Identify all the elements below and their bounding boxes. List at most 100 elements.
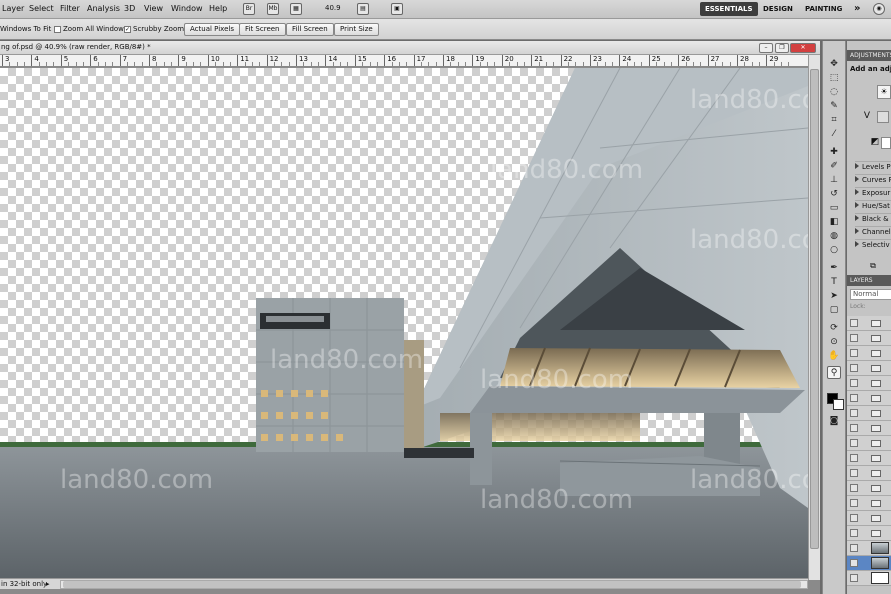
menu-analysis[interactable]: Analysis bbox=[87, 4, 120, 13]
layer-row[interactable] bbox=[847, 526, 891, 541]
scrubby-zoom-checkbox[interactable]: ✓ Scrubby Zoom bbox=[124, 24, 184, 35]
workspace-essentials[interactable]: ESSENTIALS bbox=[700, 2, 758, 16]
visibility-icon[interactable] bbox=[850, 334, 858, 342]
type-tool-icon[interactable]: T bbox=[827, 276, 841, 289]
menu-filter[interactable]: Filter bbox=[60, 4, 80, 13]
eraser-tool-icon[interactable]: ▭ bbox=[827, 202, 841, 215]
layers-tab[interactable]: LAYERS bbox=[847, 275, 891, 286]
lasso-tool-icon[interactable]: ◌ bbox=[827, 86, 841, 99]
adjustments-tab[interactable]: ADJUSTMENTS bbox=[847, 50, 891, 61]
status-menu-arrow-icon[interactable]: ▸ bbox=[46, 579, 50, 589]
visibility-icon[interactable] bbox=[850, 394, 858, 402]
menu-window[interactable]: Window bbox=[171, 4, 203, 13]
resize-windows-checkbox[interactable]: Windows To Fit bbox=[0, 24, 51, 35]
layer-row[interactable] bbox=[847, 466, 891, 481]
fit-screen-button[interactable]: Fit Screen bbox=[239, 23, 286, 36]
vibrance-adjustment-icon[interactable]: V bbox=[861, 111, 873, 123]
layer-row[interactable] bbox=[847, 451, 891, 466]
menu-3d[interactable]: 3D bbox=[124, 4, 135, 13]
adjustment-selective-color[interactable]: Selectiv bbox=[855, 239, 891, 251]
vertical-scroll-thumb[interactable] bbox=[810, 69, 819, 549]
visibility-icon[interactable] bbox=[850, 499, 858, 507]
adjustment-curves[interactable]: Curves P bbox=[855, 174, 891, 186]
layer-row[interactable] bbox=[847, 571, 891, 586]
workspace-more-icon[interactable]: » bbox=[849, 2, 865, 16]
visibility-icon[interactable] bbox=[850, 574, 858, 582]
visibility-icon[interactable] bbox=[850, 439, 858, 447]
layer-row[interactable] bbox=[847, 376, 891, 391]
visibility-icon[interactable] bbox=[850, 529, 858, 537]
layer-row[interactable] bbox=[847, 511, 891, 526]
3d-orbit-tool-icon[interactable]: ⊙ bbox=[827, 336, 841, 349]
layer-row[interactable] bbox=[847, 541, 891, 556]
marquee-tool-icon[interactable]: ⬚ bbox=[827, 72, 841, 85]
layer-row[interactable] bbox=[847, 556, 891, 571]
menu-select[interactable]: Select bbox=[29, 4, 54, 13]
close-icon[interactable]: ✕ bbox=[790, 43, 816, 53]
visibility-icon[interactable] bbox=[850, 469, 858, 477]
adjustment-hue-saturation[interactable]: Hue/Sat bbox=[855, 200, 891, 212]
brightness-adjustment-icon[interactable]: ☀ bbox=[877, 85, 891, 99]
quick-select-tool-icon[interactable]: ✎ bbox=[827, 100, 841, 113]
layer-row[interactable] bbox=[847, 421, 891, 436]
pen-tool-icon[interactable]: ✒ bbox=[827, 262, 841, 275]
vertical-scrollbar[interactable] bbox=[808, 55, 820, 580]
zoom-tool-icon[interactable]: ⚲ bbox=[827, 366, 841, 379]
horizontal-scroll-thumb[interactable] bbox=[63, 581, 801, 588]
zoom-level[interactable]: 40.9 bbox=[325, 4, 341, 12]
dodge-tool-icon[interactable]: ○ bbox=[827, 244, 841, 257]
visibility-icon[interactable] bbox=[850, 364, 858, 372]
3d-rotate-tool-icon[interactable]: ⟳ bbox=[827, 322, 841, 335]
visibility-icon[interactable] bbox=[850, 484, 858, 492]
layer-row[interactable] bbox=[847, 331, 891, 346]
screen-mode-icon[interactable]: ▣ bbox=[391, 3, 403, 15]
adjustment-black-white[interactable]: Black & bbox=[855, 213, 891, 225]
workspace-design[interactable]: DESIGN bbox=[758, 2, 798, 16]
print-size-button[interactable]: Print Size bbox=[334, 23, 379, 36]
history-brush-icon[interactable]: ↺ bbox=[827, 188, 841, 201]
layer-row[interactable] bbox=[847, 391, 891, 406]
fill-screen-button[interactable]: Fill Screen bbox=[286, 23, 334, 36]
background-color-swatch[interactable] bbox=[833, 399, 844, 410]
blend-mode-select[interactable]: Normal bbox=[850, 289, 891, 300]
adjustment-exposure[interactable]: Exposur bbox=[855, 187, 891, 199]
menu-layer[interactable]: Layer bbox=[2, 4, 24, 13]
layer-row[interactable] bbox=[847, 481, 891, 496]
panel-options-icon[interactable]: ⧉ bbox=[867, 261, 879, 271]
channel-mixer-adjustment-icon[interactable]: ◩ bbox=[869, 137, 881, 149]
minimize-icon[interactable]: – bbox=[759, 43, 773, 53]
layer-row[interactable] bbox=[847, 496, 891, 511]
clone-stamp-icon[interactable]: ⊥ bbox=[827, 174, 841, 187]
actual-pixels-button[interactable]: Actual Pixels bbox=[184, 23, 240, 36]
view-extras-icon[interactable]: ▦ bbox=[290, 3, 302, 15]
menu-help[interactable]: Help bbox=[209, 4, 227, 13]
gradient-tool-icon[interactable]: ◧ bbox=[827, 216, 841, 229]
restore-icon[interactable]: ❐ bbox=[775, 43, 789, 53]
move-tool-icon[interactable]: ✥ bbox=[827, 58, 841, 71]
brush-tool-icon[interactable]: ✐ bbox=[827, 160, 841, 173]
crop-tool-icon[interactable]: ⌗ bbox=[827, 114, 841, 127]
visibility-icon[interactable] bbox=[850, 409, 858, 417]
selective-color-adjustment-icon[interactable] bbox=[881, 137, 891, 149]
path-select-tool-icon[interactable]: ➤ bbox=[827, 290, 841, 303]
zoom-all-windows-checkbox[interactable]: Zoom All Windows bbox=[54, 24, 128, 35]
workspace-painting[interactable]: PAINTING bbox=[800, 2, 847, 16]
visibility-icon[interactable] bbox=[850, 319, 858, 327]
visibility-icon[interactable] bbox=[850, 424, 858, 432]
adjustment-levels[interactable]: Levels P bbox=[855, 161, 891, 173]
visibility-icon[interactable] bbox=[850, 349, 858, 357]
layer-row[interactable] bbox=[847, 436, 891, 451]
visibility-icon[interactable] bbox=[850, 379, 858, 387]
canvas[interactable]: land80.com land80.com land80.com land80.… bbox=[0, 68, 808, 578]
layer-row[interactable] bbox=[847, 361, 891, 376]
color-balance-adjustment-icon[interactable] bbox=[877, 111, 889, 123]
quick-mask-icon[interactable]: ◙ bbox=[827, 415, 841, 428]
blur-tool-icon[interactable]: ◍ bbox=[827, 230, 841, 243]
layer-row[interactable] bbox=[847, 316, 891, 331]
visibility-icon[interactable] bbox=[850, 544, 858, 552]
shape-tool-icon[interactable]: ▢ bbox=[827, 304, 841, 317]
visibility-icon[interactable] bbox=[850, 514, 858, 522]
menu-view[interactable]: View bbox=[144, 4, 163, 13]
eyedropper-tool-icon[interactable]: ⁄ bbox=[827, 128, 841, 141]
healing-brush-icon[interactable]: ✚ bbox=[827, 146, 841, 159]
